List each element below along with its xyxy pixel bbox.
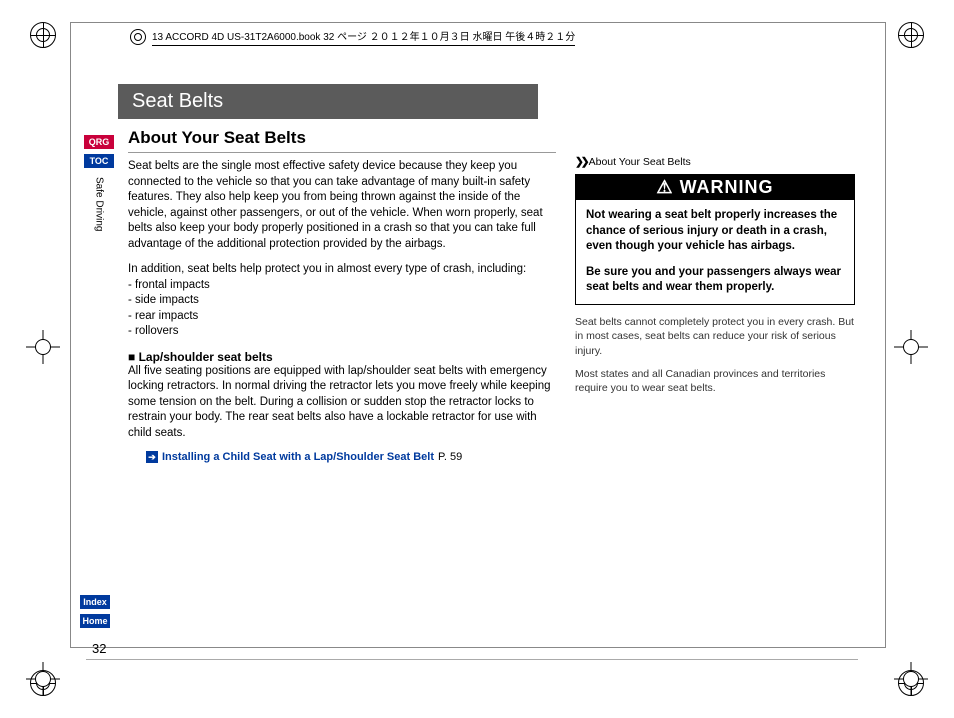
register-mark-right [894, 330, 928, 364]
warning-triangle-icon: ⚠ [656, 177, 673, 198]
sub-heading: ■ Lap/shoulder seat belts [128, 350, 556, 364]
register-mark-left [26, 330, 60, 364]
warning-paragraph: Not wearing a seat belt properly increas… [586, 208, 844, 255]
nav-toc-button[interactable]: TOC [84, 154, 114, 168]
crop-mark-tr [898, 22, 924, 48]
book-meta-text: 13 ACCORD 4D US-31T2A6000.book 32 ページ ２０… [152, 28, 575, 46]
page-subtitle: About Your Seat Belts [128, 128, 556, 153]
rosette-icon [130, 29, 146, 45]
cross-reference[interactable]: ➔ Installing a Child Seat with a Lap/Sho… [146, 451, 556, 463]
warning-title: ⚠ WARNING [576, 175, 854, 200]
bullet-list: - frontal impacts - side impacts - rear … [128, 278, 556, 340]
side-column: ❯❯ About Your Seat Belts ⚠ WARNING Not w… [575, 156, 855, 396]
side-note: Most states and all Canadian provinces a… [575, 367, 855, 396]
chevron-icon: ❯❯ [575, 156, 587, 168]
side-topic: ❯❯ About Your Seat Belts [575, 156, 855, 168]
crop-mark-tl [30, 22, 56, 48]
xref-arrow-icon: ➔ [146, 451, 158, 463]
bullet-item: - frontal impacts [128, 278, 556, 294]
bullet-intro: In addition, seat belts help protect you… [128, 262, 556, 278]
warning-paragraph: Be sure you and your passengers always w… [586, 265, 844, 296]
bullet-item: - side impacts [128, 293, 556, 309]
warning-body: Not wearing a seat belt properly increas… [576, 200, 854, 304]
register-mark-bottom-right [894, 662, 928, 696]
xref-page: P. 59 [438, 451, 462, 463]
main-content: About Your Seat Belts Seat belts are the… [128, 128, 556, 463]
intro-paragraph: Seat belts are the single most effective… [128, 159, 556, 252]
side-note: Seat belts cannot completely protect you… [575, 315, 855, 359]
nav-index-button[interactable]: Index [80, 595, 110, 609]
sub-heading-text: Lap/shoulder seat belts [139, 350, 273, 364]
nav-qrg-button[interactable]: QRG [84, 135, 114, 149]
square-bullet-icon: ■ [128, 350, 139, 364]
bullet-item: - rear impacts [128, 309, 556, 325]
warning-title-text: WARNING [680, 177, 774, 198]
sub-paragraph: All five seating positions are equipped … [128, 364, 556, 442]
section-title: Seat Belts [118, 84, 538, 119]
footer-rule [86, 659, 858, 660]
bullet-item: - rollovers [128, 324, 556, 340]
nav-column-top: QRG TOC Safe Driving [82, 135, 116, 231]
nav-column-bottom: Index Home [80, 595, 116, 628]
page-number: 32 [92, 641, 106, 656]
nav-home-button[interactable]: Home [80, 614, 110, 628]
side-topic-text: About Your Seat Belts [589, 156, 691, 168]
warning-box: ⚠ WARNING Not wearing a seat belt proper… [575, 174, 855, 305]
book-meta-header: 13 ACCORD 4D US-31T2A6000.book 32 ページ ２０… [130, 28, 575, 46]
xref-label: Installing a Child Seat with a Lap/Shoul… [162, 451, 434, 463]
register-mark-bottom-left [26, 662, 60, 696]
nav-section-label: Safe Driving [94, 177, 105, 231]
